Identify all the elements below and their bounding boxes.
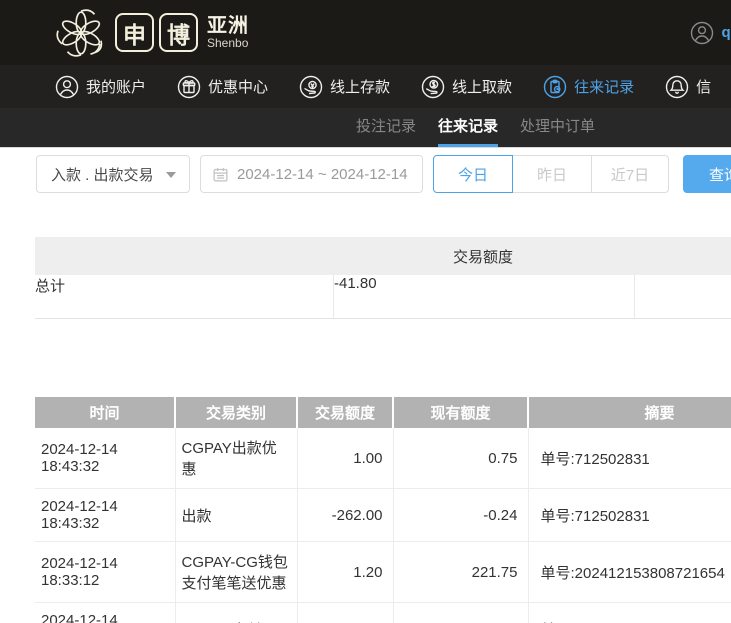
summary-header-empty	[633, 237, 731, 275]
col-balance: 现有额度	[393, 397, 528, 428]
cell-amount: 1.20	[297, 542, 393, 603]
search-button[interactable]: 查询	[683, 155, 731, 193]
quick-date-buttons: 今日 昨日 近7日	[433, 155, 669, 193]
date-range-value: 2024-12-14 ~ 2024-12-14	[237, 166, 408, 183]
summary-header-empty	[35, 237, 333, 275]
cell-type: CGPAY支付	[175, 603, 297, 623]
nav-item-label: 线上存款	[330, 76, 390, 97]
nav-item-promotions[interactable]: 优惠中心	[177, 75, 268, 99]
summary-total-value: -41.80	[334, 275, 635, 318]
brand-logo[interactable]: 申 博 亚洲 Shenbo	[54, 6, 249, 60]
tab-betting-records[interactable]: 投注记录	[356, 108, 416, 147]
flower-logo-icon	[54, 6, 108, 60]
col-amount: 交易额度	[297, 397, 393, 428]
today-button[interactable]: 今日	[433, 155, 513, 193]
cell-type: CGPAY-CG钱包支付笔笔送优惠	[175, 542, 297, 603]
hand-dollar-icon	[421, 75, 445, 99]
last7days-button[interactable]: 近7日	[592, 155, 669, 193]
nav-item-label: 往来记录	[574, 76, 634, 97]
calendar-icon	[212, 166, 229, 183]
brand-char-2: 博	[159, 13, 198, 52]
cell-time: 2024-12-14 18:43:32	[35, 489, 175, 542]
date-range-input[interactable]: 2024-12-14 ~ 2024-12-14	[200, 155, 423, 193]
transaction-type-value: 入款 . 出款交易	[51, 164, 154, 185]
cell-memo: 单号:202412153808721654	[528, 603, 731, 623]
summary-header: 交易额度	[35, 237, 731, 275]
nav-item-my-account[interactable]: 我的账户	[55, 75, 146, 99]
brand-characters: 申 博	[115, 13, 198, 52]
cell-amount: 1.00	[297, 428, 393, 489]
cell-time: 2024-12-14 18:33:12	[35, 542, 175, 603]
brand-char-1: 申	[115, 13, 154, 52]
yesterday-button[interactable]: 昨日	[513, 155, 592, 193]
cell-amount: 200.00	[297, 603, 393, 623]
cell-memo: 单号:712502831	[528, 428, 731, 489]
summary-table: 交易额度 总计 -41.80	[35, 237, 731, 319]
tab-transaction-records[interactable]: 往来记录	[438, 108, 498, 147]
col-type: 交易类别	[175, 397, 297, 428]
summary-header-label: 交易额度	[333, 237, 633, 275]
nav-item-withdraw[interactable]: 线上取款	[421, 75, 512, 99]
tab-bar: 投注记录 往来记录 处理中订单	[0, 108, 731, 148]
table-row: 2024-12-14 18:43:32 CGPAY出款优惠 1.00 0.75 …	[35, 428, 731, 489]
cell-balance: -0.24	[393, 489, 528, 542]
table-header-row: 时间 交易类别 交易额度 现有额度 摘要	[35, 397, 731, 428]
brand-region: 亚洲 Shenbo	[207, 16, 249, 50]
bell-icon	[665, 75, 689, 99]
col-memo: 摘要	[528, 397, 731, 428]
main-nav: 我的账户 优惠中心 线上存款	[0, 65, 731, 108]
cell-time: 2024-12-14 18:33:12	[35, 603, 175, 623]
transactions-table: 时间 交易类别 交易额度 现有额度 摘要 2024-12-14 18:43:32…	[35, 397, 731, 623]
summary-total-label: 总计	[35, 275, 334, 318]
cell-time: 2024-12-14 18:43:32	[35, 428, 175, 489]
table-row: 2024-12-14 18:33:12 CGPAY-CG钱包支付笔笔送优惠 1.…	[35, 542, 731, 603]
cell-balance: 0.75	[393, 428, 528, 489]
chevron-down-icon	[166, 172, 176, 178]
nav-item-label: 信	[696, 76, 711, 97]
gift-icon	[177, 75, 201, 99]
transaction-type-select[interactable]: 入款 . 出款交易	[36, 155, 190, 193]
table-row: 2024-12-14 18:33:12 CGPAY支付 200.00 220.5…	[35, 603, 731, 623]
username[interactable]: qhh	[722, 24, 731, 41]
clipboard-clock-icon	[543, 75, 567, 99]
top-header: 申 博 亚洲 Shenbo qhh	[0, 0, 731, 65]
cell-memo: 单号:202412153808721654	[528, 542, 731, 603]
cell-type: CGPAY出款优惠	[175, 428, 297, 489]
brand-region-cn: 亚洲	[207, 16, 249, 37]
tabs: 投注记录 往来记录 处理中订单	[356, 108, 595, 147]
user-area[interactable]: qhh	[690, 0, 731, 65]
cell-balance: 221.75	[393, 542, 528, 603]
user-circle-icon	[55, 75, 79, 99]
col-time: 时间	[35, 397, 175, 428]
summary-total-row: 总计 -41.80	[35, 275, 731, 319]
nav-item-label: 线上取款	[452, 76, 512, 97]
cell-memo: 单号:712502831	[528, 489, 731, 542]
nav-item-label: 我的账户	[86, 76, 146, 97]
nav-item-transactions[interactable]: 往来记录	[543, 75, 634, 99]
brand-region-en: Shenbo	[207, 37, 249, 50]
user-avatar-icon	[690, 21, 714, 45]
cell-amount: -262.00	[297, 489, 393, 542]
hand-coin-icon	[299, 75, 323, 99]
nav-item-label: 优惠中心	[208, 76, 268, 97]
table-row: 2024-12-14 18:43:32 出款 -262.00 -0.24 单号:…	[35, 489, 731, 542]
cell-balance: 220.55	[393, 603, 528, 623]
tab-pending-orders[interactable]: 处理中订单	[520, 108, 595, 147]
page: 申 博 亚洲 Shenbo qhh 我的账户	[0, 0, 731, 623]
cell-type: 出款	[175, 489, 297, 542]
nav-item-messages[interactable]: 信	[665, 75, 711, 99]
summary-empty-cell	[635, 275, 731, 318]
nav-item-deposit[interactable]: 线上存款	[299, 75, 390, 99]
